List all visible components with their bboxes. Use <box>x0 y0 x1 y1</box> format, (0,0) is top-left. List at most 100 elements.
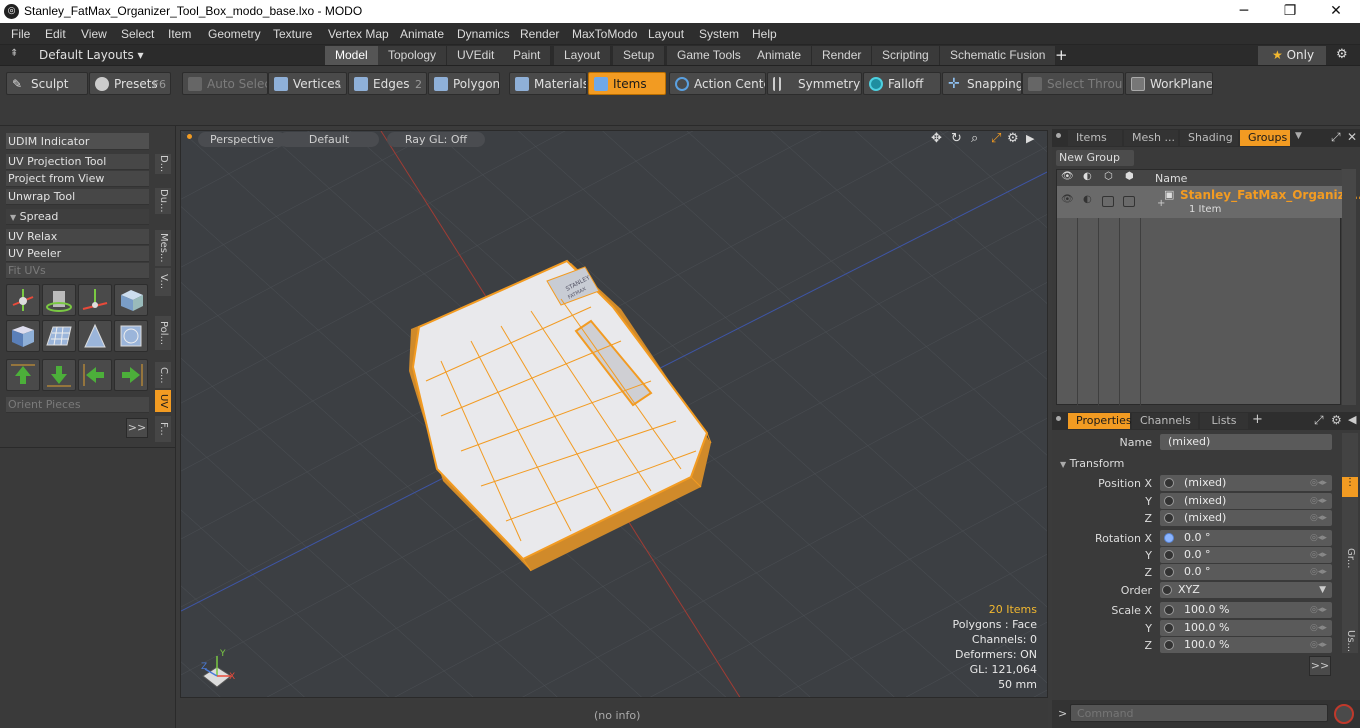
menu-select[interactable]: Select <box>121 27 154 41</box>
tab-topology[interactable]: Topology <box>378 46 448 65</box>
udim-indicator-button[interactable]: UDIM Indicator <box>6 133 149 150</box>
uv-projection-tool-button[interactable]: UV Projection Tool <box>6 154 149 170</box>
tab-render[interactable]: Render <box>812 46 873 65</box>
uv-relax-button[interactable]: UV Relax <box>6 229 149 245</box>
menu-layout[interactable]: Layout <box>648 27 684 41</box>
channel-link-icon[interactable]: ◎◂▸ <box>1310 496 1330 506</box>
keyframe-dot-icon[interactable] <box>1162 585 1172 595</box>
properties-more-button[interactable]: >> <box>1309 656 1331 676</box>
edges-button[interactable]: Edges 2 <box>348 72 427 95</box>
keyframe-dot-icon[interactable] <box>1164 513 1174 523</box>
polygons-button[interactable]: Polygons <box>428 72 500 95</box>
vtab-du[interactable]: Du... <box>155 188 171 214</box>
auto-select-button[interactable]: Auto Select <box>182 72 268 95</box>
uv-pyramid-icon[interactable] <box>78 320 112 352</box>
visibility-eye-icon[interactable]: 👁 <box>1061 171 1074 182</box>
channel-link-icon[interactable]: ◎◂▸ <box>1310 550 1330 560</box>
snapping-button[interactable]: ✛ Snapping <box>942 72 1022 95</box>
rotation-z-field[interactable]: 0.0 ° ◎◂▸ <box>1160 564 1332 580</box>
add-tab-button[interactable]: + <box>1055 46 1068 64</box>
menu-texture[interactable]: Texture <box>273 27 312 41</box>
keyframe-dot-icon[interactable] <box>1164 478 1174 488</box>
tab-lists[interactable]: Lists <box>1200 413 1248 429</box>
3d-viewport[interactable]: STANLEY FATMAX Y X Z Perspective Default… <box>180 130 1048 698</box>
menu-vertex-map[interactable]: Vertex Map <box>328 27 389 41</box>
raygl-toggle[interactable]: Ray GL: Off <box>387 132 485 147</box>
menu-help[interactable]: Help <box>752 27 777 41</box>
vtab-uv[interactable]: UV <box>155 390 171 412</box>
arrow-right-icon[interactable] <box>114 359 148 391</box>
uv-move-icon[interactable] <box>78 284 112 316</box>
row-eye-icon[interactable]: 👁 <box>1061 194 1074 205</box>
menu-geometry[interactable]: Geometry <box>208 27 261 41</box>
position-x-field[interactable]: (mixed) ◎◂▸ <box>1160 475 1332 491</box>
channel-link-icon[interactable]: ◎◂▸ <box>1310 567 1330 577</box>
row-lock-checkbox[interactable] <box>1102 196 1114 207</box>
tab-paint[interactable]: Paint <box>503 46 552 65</box>
panel-close-icon[interactable]: ✕ <box>1347 130 1357 144</box>
render-icon[interactable]: ◐ <box>1083 171 1092 182</box>
order-dropdown[interactable]: XYZ ▼ <box>1160 582 1332 598</box>
pan-icon[interactable]: ✥ <box>931 131 942 146</box>
select-icon[interactable]: ⬢ <box>1125 171 1134 182</box>
side-tab-active[interactable]: ⋮ <box>1342 477 1358 497</box>
tab-shading[interactable]: Shading <box>1180 130 1238 146</box>
tab-game-tools[interactable]: Game Tools <box>667 46 752 65</box>
groups-scrollbar[interactable] <box>1342 169 1356 405</box>
properties-settings-icon[interactable]: ⚙ <box>1331 413 1342 427</box>
group-row[interactable]: 👁 ◐ + ▣ Stanley_FatMax_Organiz ... 1 Ite… <box>1057 186 1360 218</box>
vtab-mesh[interactable]: Mes... <box>155 230 171 266</box>
gear-icon[interactable]: ⚙ <box>1336 47 1348 62</box>
name-field[interactable]: (mixed) <box>1160 434 1332 450</box>
zoom-icon[interactable]: ⌕ <box>971 131 978 146</box>
menu-dynamics[interactable]: Dynamics <box>457 27 510 41</box>
channel-link-icon[interactable]: ◎◂▸ <box>1310 640 1330 650</box>
minimize-button[interactable]: ─ <box>1221 0 1267 23</box>
tab-scripting[interactable]: Scripting <box>872 46 940 65</box>
add-properties-tab-button[interactable]: + <box>1252 412 1263 427</box>
rotation-x-field[interactable]: 0.0 ° ◎◂▸ <box>1160 530 1332 546</box>
keyframe-dot-icon[interactable] <box>1164 567 1174 577</box>
arrow-up-icon[interactable] <box>6 359 40 391</box>
keyframe-dot-icon[interactable] <box>1164 605 1174 615</box>
groups-list[interactable]: 👁 ◐ ⬡ ⬢ Name 👁 ◐ + ▣ Stanley_FatMax_Orga… <box>1056 169 1360 406</box>
record-macro-icon[interactable] <box>1334 704 1354 724</box>
uv-grid-icon[interactable] <box>42 320 76 352</box>
arrow-down-icon[interactable] <box>42 359 76 391</box>
tab-items[interactable]: Items <box>1068 130 1122 146</box>
rotation-y-field[interactable]: 0.0 ° ◎◂▸ <box>1160 547 1332 563</box>
vtab-pol[interactable]: Pol... <box>155 316 171 350</box>
project-from-view-button[interactable]: Project from View <box>6 171 149 187</box>
items-button[interactable]: Items <box>588 72 666 95</box>
tab-mesh[interactable]: Mesh ... <box>1124 130 1178 146</box>
keyframe-dot-icon[interactable] <box>1164 640 1174 650</box>
side-tab-gr[interactable]: Gr... <box>1342 543 1358 573</box>
select-through-button[interactable]: Select Through <box>1022 72 1124 95</box>
properties-maximize-icon[interactable]: ⤢ <box>1314 413 1324 428</box>
left-panel-more-button[interactable]: >> <box>126 418 148 438</box>
default-layouts-dropdown[interactable]: Default Layouts ▾ <box>39 48 144 62</box>
symmetry-button[interactable]: Symmetry <box>767 72 862 95</box>
channel-link-icon[interactable]: ◎◂▸ <box>1310 513 1330 523</box>
lock-icon[interactable]: ⬡ <box>1104 171 1113 182</box>
spread-section[interactable]: ▼ Spread <box>6 209 149 225</box>
position-z-field[interactable]: (mixed) ◎◂▸ <box>1160 510 1332 526</box>
channel-link-icon[interactable]: ◎◂▸ <box>1310 533 1330 543</box>
new-group-button[interactable]: New Group <box>1056 150 1134 166</box>
channel-link-icon[interactable]: ◎◂▸ <box>1310 623 1330 633</box>
tab-animate[interactable]: Animate <box>747 46 813 65</box>
properties-expand-icon[interactable]: ◀ <box>1348 413 1356 426</box>
channel-link-icon[interactable]: ◎◂▸ <box>1310 605 1330 615</box>
tab-setup[interactable]: Setup <box>613 46 666 65</box>
fit-uvs-button[interactable]: Fit UVs <box>6 263 149 279</box>
layout-expand-icon[interactable]: ⇞ <box>10 48 18 59</box>
tab-uvedit[interactable]: UVEdit <box>447 46 506 65</box>
tab-channels[interactable]: Channels <box>1132 413 1198 429</box>
viewport-settings-icon[interactable]: ⚙ <box>1007 131 1019 146</box>
menu-edit[interactable]: Edit <box>45 27 66 41</box>
vtab-d[interactable]: D... <box>155 154 171 174</box>
falloff-button[interactable]: Falloff <box>863 72 941 95</box>
presets-button[interactable]: Presets F6 <box>89 72 171 95</box>
channel-link-icon[interactable]: ◎◂▸ <box>1310 478 1330 488</box>
perspective-dropdown[interactable]: Perspective <box>198 132 286 147</box>
